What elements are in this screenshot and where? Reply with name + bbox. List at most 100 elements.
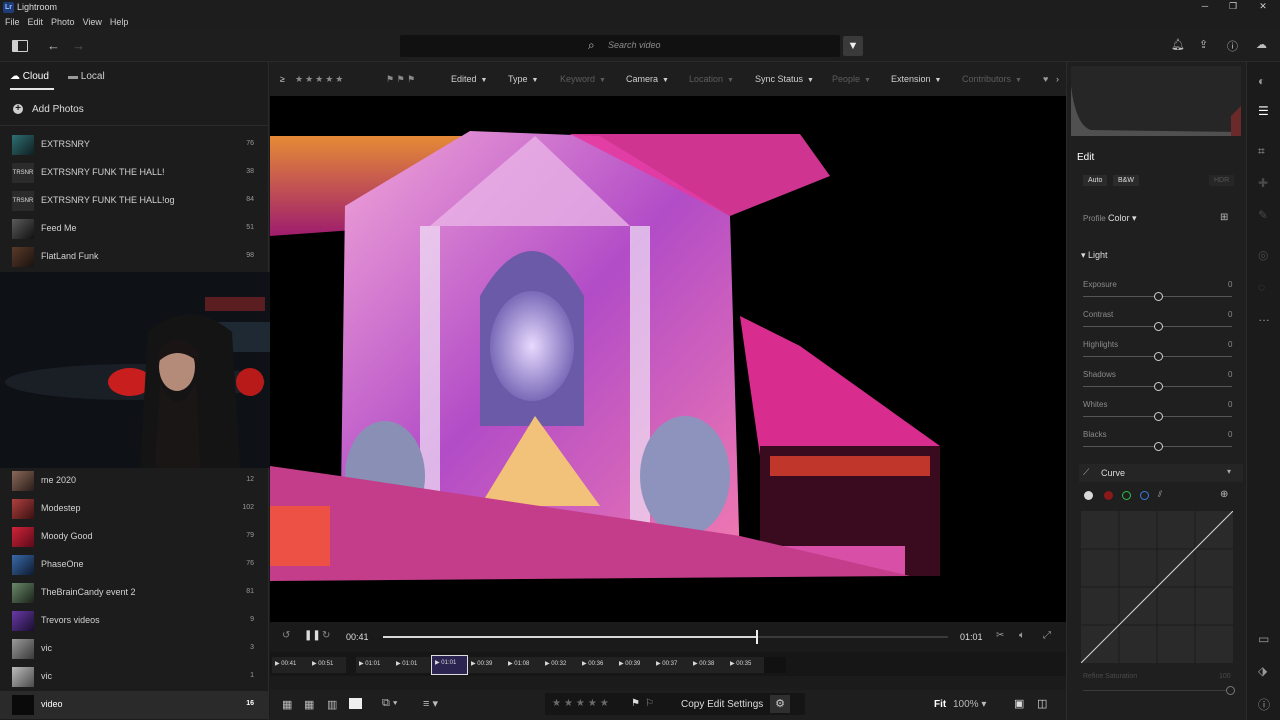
slider-knob[interactable] [1154,292,1163,301]
curve-channel-green[interactable] [1122,491,1131,500]
curve-channel-rgb[interactable] [1084,491,1093,500]
gradient-icon[interactable]: ◎ [1258,248,1268,262]
filmstrip-frame-selected[interactable]: ▶ 01:01 [431,655,468,675]
filmstrip-frame[interactable]: ▶ 00:32 [542,657,579,673]
parametric-curve-icon[interactable]: ⫽ [1158,489,1162,500]
contributors-dropdown[interactable]: Contributors ▼ [962,74,1022,84]
close-icon[interactable]: ✕ [1248,1,1278,13]
refine-saturation-slider[interactable] [1083,686,1235,695]
edited-dropdown[interactable]: Edited ▼ [451,74,487,84]
album-item[interactable]: FlatLand Funk 98 [0,243,269,271]
chevron-right-icon[interactable]: › [1056,74,1059,84]
photo-viewer[interactable] [270,96,1066,622]
star-rating-filter[interactable]: ★★★★★ [295,74,345,85]
filmstrip-frame[interactable]: ▶ 00:37 [653,657,690,673]
album-item[interactable]: vic 1 [0,663,269,691]
comment-icon[interactable]: ▭ [1258,632,1269,646]
menu-help[interactable]: Help [110,17,129,27]
highlights-value[interactable]: 0 [1228,340,1232,349]
album-item[interactable]: Trevors videos 9 [0,607,269,635]
minimize-icon[interactable]: ─ [1190,1,1220,13]
rating-operator[interactable]: ≥ [280,74,285,84]
forward-10-icon[interactable]: ↻ [322,630,330,641]
album-item[interactable]: PhaseOne 76 [0,551,269,579]
forward-arrow-icon[interactable]: → [72,38,85,53]
menu-edit[interactable]: Edit [28,17,44,27]
flag-filter-icon[interactable]: ⚑ ⚑ ⚑ [386,74,415,85]
crop-icon[interactable]: ⌗ [1258,144,1265,159]
album-item[interactable]: TRSNR EXTRSNRY FUNK THE HALL!og 84 [0,187,269,215]
scrubber-handle[interactable] [755,630,758,644]
back-arrow-icon[interactable]: ← [47,38,60,53]
share-icon[interactable]: ⇪ [1199,38,1208,51]
keyword-dropdown[interactable]: Keyword ▼ [560,74,606,84]
album-item[interactable]: TRSNR EXTRSNRY FUNK THE HALL! 38 [0,159,269,187]
detail-view-icon[interactable]: ▥ [327,698,337,711]
target-adjust-icon[interactable]: ⊕ [1220,489,1228,500]
album-item[interactable]: me 2020 12 [0,467,269,495]
location-dropdown[interactable]: Location ▼ [689,74,734,84]
bw-button[interactable]: B&W [1113,175,1139,186]
tab-cloud[interactable]: ☁ Cloud [10,71,49,82]
fullscreen-icon[interactable]: ⤢ [1043,630,1051,641]
pause-icon[interactable]: ❚❚ [304,630,321,641]
album-item[interactable]: Feed Me 51 [0,215,269,243]
cloud-sync-icon[interactable]: ☁ [1256,38,1267,51]
filmstrip-frame[interactable]: ▶ 01:01 [393,657,430,673]
curve-channel-blue[interactable] [1140,491,1149,500]
filmstrip-frame[interactable] [764,657,786,673]
album-item[interactable]: Moody Good 79 [0,523,269,551]
curve-section-toggle[interactable]: ⟋ Curve ▾ [1079,464,1243,482]
filmstrip-frame[interactable]: ▶ 00:39 [616,657,653,673]
shadows-value[interactable]: 0 [1228,370,1232,379]
tab-local[interactable]: ▬ Local [68,71,105,82]
filmstrip-frame[interactable]: ▶ 00:36 [579,657,616,673]
curve-channel-red[interactable] [1104,491,1113,500]
video-scrubber[interactable] [383,630,948,644]
camera-dropdown[interactable]: Camera ▼ [626,74,669,84]
star-rating[interactable]: ★★★★★ [552,698,612,709]
before-after-icon[interactable]: ▣ [1014,697,1024,710]
radial-icon[interactable]: ◌ [1258,280,1265,294]
blacks-value[interactable]: 0 [1228,430,1232,439]
slider-knob[interactable] [1154,442,1163,451]
reject-flag-icon[interactable]: ⚐ [645,698,654,709]
gear-icon[interactable]: ⚙ [770,695,790,713]
photo-grid-icon[interactable]: ▦ [304,698,314,711]
copy-edit-settings-button[interactable]: Copy Edit Settings [681,699,763,710]
square-grid-icon[interactable]: ▦ [282,698,292,711]
album-item[interactable]: vic 3 [0,635,269,663]
filter-icon[interactable]: ▼ [843,36,863,56]
filmstrip-frame[interactable]: ▶ 01:08 [505,657,542,673]
slider-knob[interactable] [1154,352,1163,361]
stack-icon[interactable]: ⧉ ▾ [382,697,398,710]
exposure-value[interactable]: 0 [1228,280,1232,289]
volume-icon[interactable]: 🔈︎ [1019,630,1025,641]
slider-knob[interactable] [1154,322,1163,331]
filmstrip-frame[interactable]: ▶ 00:38 [690,657,727,673]
flag-icon[interactable]: ⚑ [631,698,640,709]
slider-knob[interactable] [1226,686,1235,695]
whites-value[interactable]: 0 [1228,400,1232,409]
filmstrip-frame[interactable]: ▶ 00:41 [272,657,309,673]
healing-icon[interactable]: ✚ [1258,176,1268,190]
contrast-slider[interactable] [1083,322,1232,331]
refine-saturation-value[interactable]: 100 [1219,673,1231,680]
profile-browser-icon[interactable]: ⊞ [1220,212,1228,223]
search-input[interactable]: ⌕ Search video [400,35,840,57]
add-photos-button[interactable]: + Add Photos [0,98,269,126]
compare-icon[interactable]: ◫ [1037,697,1047,710]
info-icon[interactable]: ⓘ [1258,696,1270,713]
tone-curve-graph[interactable] [1080,510,1234,664]
restore-icon[interactable]: ❐ [1218,1,1248,13]
album-item[interactable]: Modestep 102 [0,495,269,523]
bell-icon[interactable]: 🔔︎ [1171,38,1185,51]
menu-view[interactable]: View [83,17,102,27]
album-item[interactable]: TheBrainCandy event 2 81 [0,579,269,607]
brush-icon[interactable]: ✎ [1258,208,1268,222]
help-icon[interactable]: ⓘ [1227,38,1238,54]
blacks-slider[interactable] [1083,442,1232,451]
extension-dropdown[interactable]: Extension ▼ [891,74,941,84]
trim-icon[interactable]: ✂ [996,630,1004,641]
tag-icon[interactable]: ⬗ [1258,664,1267,678]
